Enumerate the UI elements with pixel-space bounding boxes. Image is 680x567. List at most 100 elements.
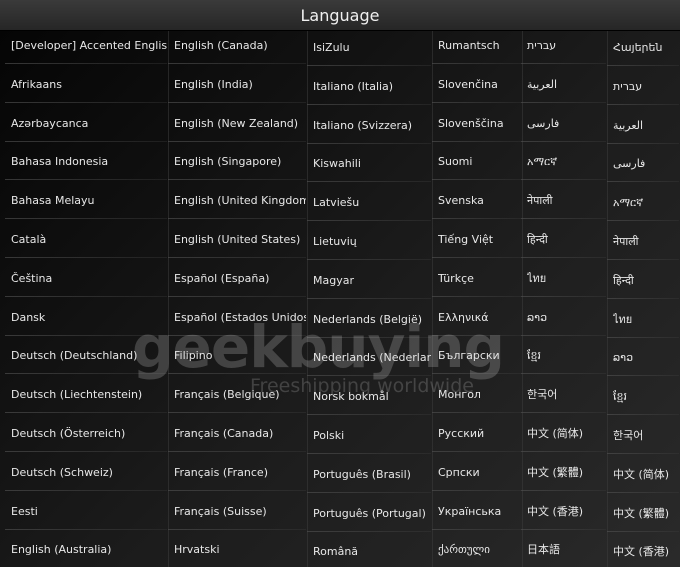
language-option[interactable]: English (Singapore) <box>174 155 306 169</box>
language-option[interactable]: Türkçe <box>438 272 521 286</box>
language-option[interactable]: Azərbaycanca <box>11 117 167 131</box>
language-option[interactable]: Deutsch (Schweiz) <box>11 466 167 480</box>
language-option[interactable]: 中文 (香港) <box>527 505 606 519</box>
language-option[interactable]: 中文 (繁體) <box>613 507 679 521</box>
row-divider <box>521 295 606 297</box>
language-option[interactable]: Filipino <box>174 349 306 363</box>
language-option[interactable]: ខ្មែរ <box>527 349 606 363</box>
language-option[interactable]: Lietuvių <box>313 235 431 249</box>
language-option[interactable]: עברית <box>613 80 679 94</box>
language-option[interactable]: Slovenščina <box>438 117 521 131</box>
language-option[interactable]: Français (Belgique) <box>174 388 306 402</box>
language-option[interactable]: 한국어 <box>527 388 606 402</box>
language-option[interactable]: English (New Zealand) <box>174 117 306 131</box>
row-divider <box>307 65 431 66</box>
language-option[interactable]: Slovenčina <box>438 78 521 92</box>
language-option[interactable]: हिन्दी <box>613 274 679 288</box>
language-option[interactable]: English (United Kingdom) <box>174 194 306 208</box>
row-divider <box>607 65 679 66</box>
language-option[interactable]: हिन्दी <box>527 233 606 247</box>
language-option[interactable]: Kiswahili <box>313 157 431 171</box>
language-option[interactable]: Español (España) <box>174 272 306 286</box>
language-option[interactable]: Español (Estados Unidos) <box>174 311 306 325</box>
language-option[interactable]: Rumantsch <box>438 39 521 53</box>
language-option[interactable]: 日本語 <box>527 543 606 557</box>
language-option[interactable]: Русский <box>438 427 521 441</box>
row-divider <box>432 295 521 297</box>
row-divider <box>5 101 167 103</box>
row-divider <box>432 528 521 530</box>
language-option[interactable]: Norsk bokmål <box>313 390 431 404</box>
language-option[interactable]: Čeština <box>11 272 167 286</box>
language-option[interactable]: 中文 (简体) <box>613 468 679 482</box>
language-option[interactable]: 中文 (香港) <box>613 545 679 559</box>
language-option[interactable]: Deutsch (Österreich) <box>11 427 167 441</box>
language-option[interactable]: English (United States) <box>174 233 306 247</box>
language-option[interactable]: Magyar <box>313 274 431 288</box>
language-option[interactable]: नेपाली <box>527 194 606 208</box>
language-option[interactable]: English (India) <box>174 78 306 92</box>
language-option[interactable]: አማርኛ <box>527 155 606 169</box>
row-divider <box>607 103 679 105</box>
language-option[interactable]: العربية <box>613 119 679 133</box>
language-option[interactable]: Deutsch (Deutschland) <box>11 349 167 363</box>
language-option[interactable]: አማርኛ <box>613 196 679 210</box>
language-option[interactable]: [Developer] Accented English <box>11 39 167 53</box>
language-option[interactable]: Bahasa Melayu <box>11 194 167 208</box>
language-option[interactable]: Română <box>313 545 431 559</box>
language-option[interactable]: Afrikaans <box>11 78 167 92</box>
language-option[interactable]: Latviešu <box>313 196 431 210</box>
language-option[interactable]: Suomi <box>438 155 521 169</box>
language-option[interactable]: English (Canada) <box>174 39 306 53</box>
language-option[interactable]: Português (Brasil) <box>313 468 431 482</box>
language-option[interactable]: Bahasa Indonesia <box>11 155 167 169</box>
language-option[interactable]: 한국어 <box>613 429 679 443</box>
language-option[interactable]: Български <box>438 349 521 363</box>
language-option[interactable]: English (Australia) <box>11 543 167 557</box>
language-option[interactable]: Français (Suisse) <box>174 505 306 519</box>
language-option[interactable]: Српски <box>438 466 521 480</box>
language-option[interactable]: Dansk <box>11 311 167 325</box>
row-divider <box>5 63 167 64</box>
language-option[interactable]: Nederlands (België) <box>313 313 431 327</box>
language-option[interactable]: فارسی <box>613 157 679 171</box>
language-option[interactable]: Português (Portugal) <box>313 507 431 521</box>
language-option[interactable]: Italiano (Svizzera) <box>313 119 431 133</box>
language-option[interactable]: Svenska <box>438 194 521 208</box>
language-option[interactable]: Français (Canada) <box>174 427 306 441</box>
language-option[interactable]: Deutsch (Liechtenstein) <box>11 388 167 402</box>
language-option[interactable]: Català <box>11 233 167 247</box>
row-divider <box>607 414 679 416</box>
row-divider <box>607 453 679 454</box>
language-option[interactable]: नेपाली <box>613 235 679 249</box>
language-option[interactable]: Polski <box>313 429 431 443</box>
language-column: Rumantsch Slovenčina Slovenščina Suomi Svens… <box>432 31 521 567</box>
row-divider <box>307 414 431 416</box>
language-option[interactable]: 中文 (繁體) <box>527 466 606 480</box>
language-option[interactable]: Eesti <box>11 505 167 519</box>
language-option[interactable]: Հայերեն <box>613 41 679 55</box>
language-option[interactable]: Italiano (Italia) <box>313 80 431 94</box>
column-divider <box>432 31 433 567</box>
language-option[interactable]: العربية <box>527 78 606 92</box>
language-option[interactable]: Монгол <box>438 388 521 402</box>
language-option[interactable]: Hrvatski <box>174 543 306 557</box>
language-option[interactable]: ไทย <box>527 272 606 286</box>
language-option[interactable]: IsiZulu <box>313 41 431 55</box>
language-option[interactable]: Українська <box>438 505 521 519</box>
language-option[interactable]: ქართული <box>438 543 521 557</box>
language-option[interactable]: ไทย <box>613 313 679 327</box>
language-option[interactable]: עברית <box>527 39 606 53</box>
row-divider <box>607 259 679 260</box>
language-option[interactable]: فارسی <box>527 117 606 131</box>
language-option[interactable]: Français (France) <box>174 466 306 480</box>
language-option[interactable]: Ελληνικά <box>438 311 521 325</box>
language-option[interactable]: ខ្មែរ <box>613 390 679 404</box>
language-option[interactable]: ລາວ <box>613 351 679 365</box>
language-option[interactable]: ລາວ <box>527 311 606 325</box>
row-divider <box>5 412 167 414</box>
language-option[interactable]: Tiếng Việt <box>438 233 521 247</box>
language-option[interactable]: Nederlands (Nederland) <box>313 351 431 365</box>
language-option[interactable]: 中文 (简体) <box>527 427 606 441</box>
row-divider <box>168 334 306 336</box>
